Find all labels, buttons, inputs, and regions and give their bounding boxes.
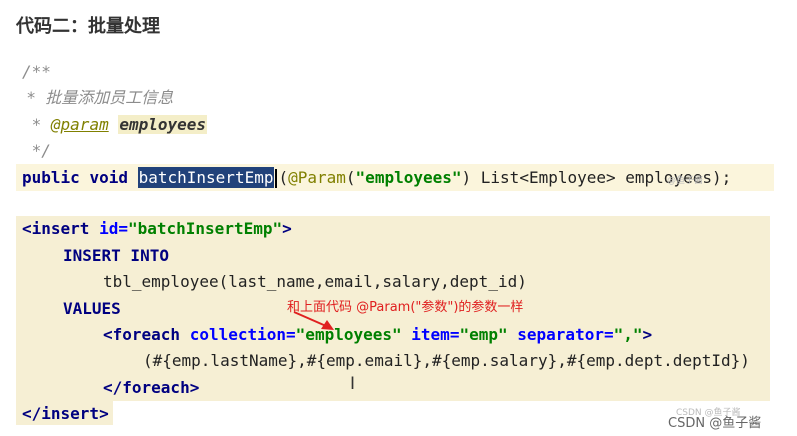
foreach-values-expression: (#{emp.lastName},#{emp.email},#{emp.sala… (143, 351, 750, 370)
method-signature: public void batchInsertEmp (@Param("emplo… (22, 167, 732, 188)
separator-attr: separator= (517, 325, 614, 344)
kw-public: public (22, 168, 80, 187)
javadoc-param-name: employees (118, 115, 208, 134)
watermark: CSDN @鱼子酱 (668, 416, 762, 431)
sql-values: VALUES (63, 299, 121, 318)
page-heading: 代码二：批量处理 (16, 16, 160, 37)
param-annotation: @Param (288, 168, 346, 187)
javadoc-description: * 批量添加员工信息 (22, 88, 174, 107)
insert-tag: <insert (22, 219, 90, 238)
sql-insert-into: INSERT INTO (63, 246, 169, 265)
kw-void: void (89, 168, 128, 187)
param-annotation-value: "employees" (355, 168, 462, 187)
javadoc-open: /** (22, 62, 51, 81)
separator-value: "," (613, 325, 643, 344)
javadoc-star: * (22, 115, 51, 134)
collection-attr: collection= (189, 325, 296, 344)
sql-table-columns: tbl_employee(last_name,email,salary,dept… (103, 272, 527, 291)
javadoc-param-tag: @param (50, 115, 109, 134)
annotation-arrow-icon (293, 311, 334, 330)
xml-foreach-open: <foreach collection="employees" item="em… (103, 325, 652, 345)
id-attr: id= (99, 219, 128, 238)
id-value: "batchInsertEmp" (127, 219, 283, 238)
method-name-selected[interactable]: batchInsertEmp (137, 167, 275, 188)
xml-insert-close: </insert> (22, 404, 109, 423)
javadoc-close: */ (22, 141, 51, 160)
insert-tag-close: > (282, 219, 292, 238)
ghost-watermark: @鱼子酱 (667, 176, 704, 186)
item-value: "emp" (459, 325, 508, 344)
xml-foreach-close: </foreach> (103, 378, 200, 397)
foreach-tag-close: > (642, 325, 653, 344)
xml-insert-open: <insert id="batchInsertEmp"> (22, 219, 292, 239)
item-attr: item= (411, 325, 460, 344)
paren-open: ( (278, 168, 289, 187)
ibeam-cursor-icon: I (350, 374, 356, 394)
foreach-tag: <foreach (103, 325, 181, 344)
javadoc-param-line: * @param employees (22, 115, 208, 135)
